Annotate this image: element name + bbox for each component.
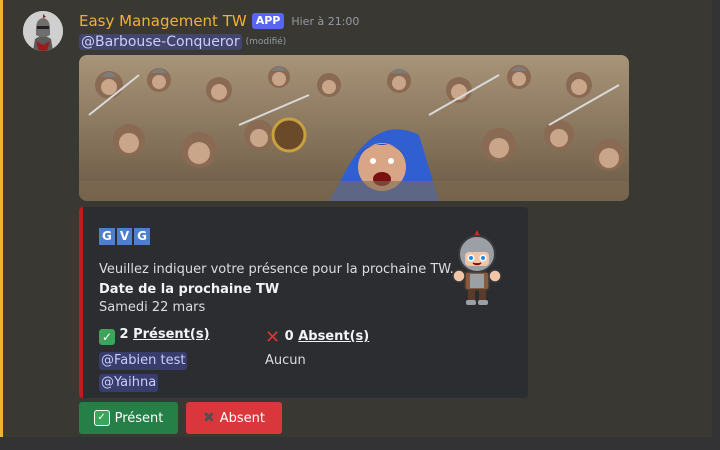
title-letter: G [134,228,151,245]
title-letter: V [116,228,133,245]
cross-mark-icon: ✕ [265,327,281,348]
present-label: Présent(s) [133,327,210,342]
date-field-name: Date de la prochaine TW [99,282,280,297]
message-container: Easy Management TW APP Hier à 21:00 @Bar… [0,0,712,437]
absent-field: ✕ 0 Absent(s) Aucun [265,327,369,368]
battle-scene-icon [79,55,629,201]
present-members: @Fabien test @Yaihna [99,349,210,392]
cross-mark-icon: ✖ [203,410,215,426]
absent-label: Absent(s) [298,329,370,344]
app-badge: APP [251,13,285,29]
message-content: @Barbouse-Conqueror (modifié) [79,32,286,52]
embed-description: Veuillez indiquer votre présence pour la… [99,262,454,277]
absent-count: 0 [284,329,294,344]
present-button[interactable]: ✓ Présent [79,402,178,434]
chibi-knight-icon [452,230,502,305]
present-count: 2 [119,327,129,342]
member-mention[interactable]: @Fabien test [99,352,188,370]
date-field: Date de la prochaine TW Samedi 22 mars [99,282,279,315]
bot-avatar[interactable] [23,11,63,51]
check-mark-icon: ✓ [93,410,110,426]
date-field-value: Samedi 22 mars [99,300,206,315]
embed-title: G V G [99,228,151,245]
battle-banner-image[interactable] [79,55,629,201]
embed-thumbnail[interactable] [437,228,517,308]
message-timestamp[interactable]: Hier à 21:00 [291,15,359,28]
knight-avatar-icon [23,11,63,51]
present-field-name: ✓ 2 Présent(s) [99,327,210,345]
edited-label: (modifié) [245,37,287,47]
absent-button[interactable]: ✖ Absent [186,402,282,434]
user-mention[interactable]: @Barbouse-Conqueror [79,34,242,50]
bot-username[interactable]: Easy Management TW [79,12,247,30]
present-field: ✓ 2 Présent(s) @Fabien test @Yaihna [99,327,210,392]
absent-field-name: ✕ 0 Absent(s) [265,327,369,348]
presence-embed: G V G Veuillez indiquer votre présence p… [79,207,528,398]
title-letter: G [99,228,115,245]
absent-button-label: Absent [219,410,265,426]
member-mention[interactable]: @Yaihna [99,374,159,392]
absent-value: Aucun [265,353,306,368]
check-mark-icon: ✓ [99,329,115,345]
present-button-label: Présent [114,410,164,426]
message-header: Easy Management TW APP Hier à 21:00 [79,11,359,31]
